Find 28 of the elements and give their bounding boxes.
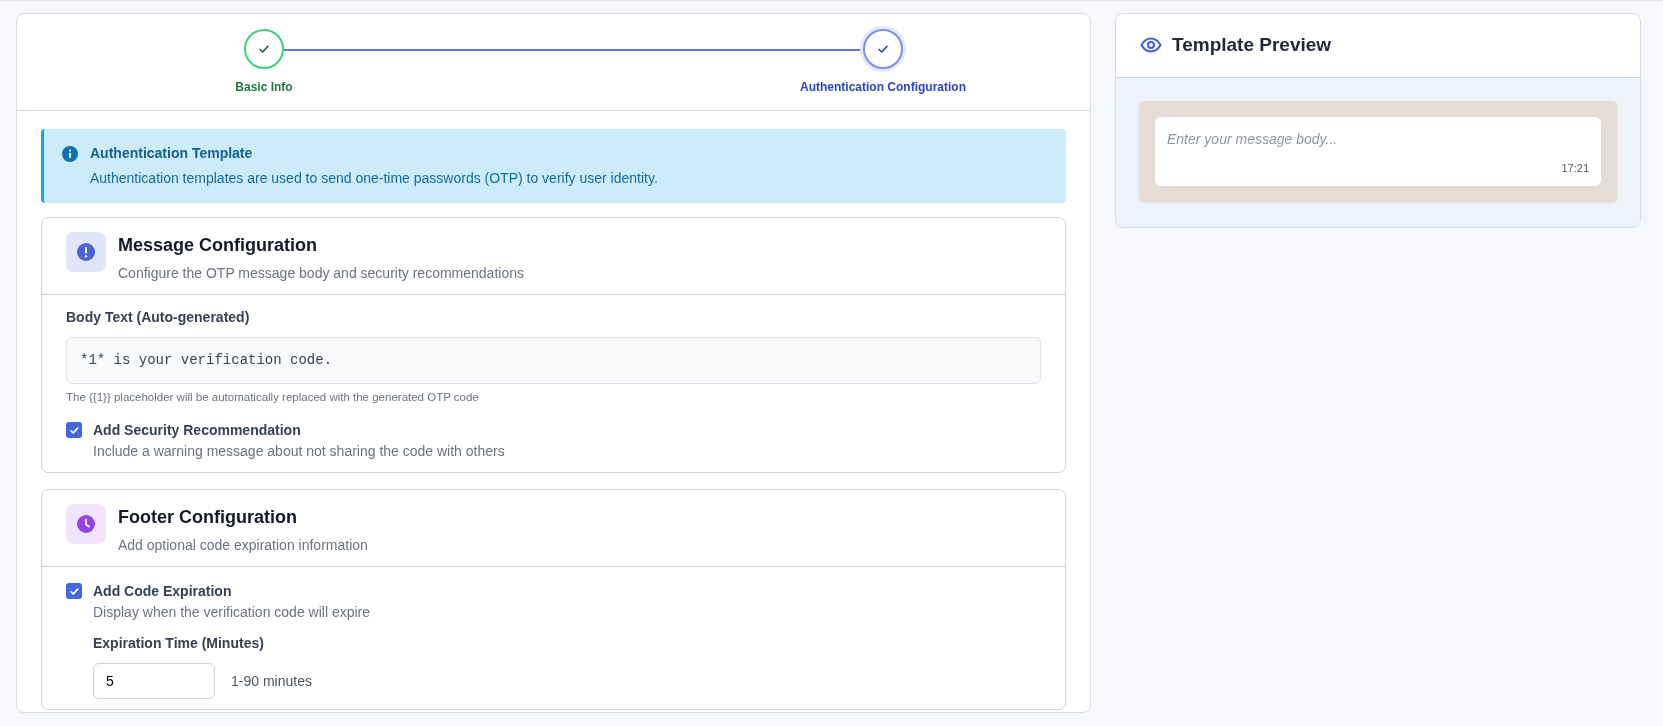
exclamation-icon [66, 231, 106, 272]
field-label: Body Text (Auto-generated) [66, 307, 251, 327]
alert-text: Authentication templates are used to send one-time passwords (OTP) to verify user identity. [90, 168, 658, 188]
message-text: Enter your message body... [1167, 129, 1339, 149]
hint-text: 1-90 minutes [231, 671, 312, 691]
info-icon [62, 146, 78, 162]
field-label: Expiration Time (Minutes) [93, 634, 265, 654]
alert-title: Authentication Template [90, 145, 254, 162]
section-title: Footer Configuration [118, 506, 298, 530]
section-title: Message Configuration [118, 233, 319, 257]
checkmark-icon [68, 424, 80, 436]
checkbox[interactable] [66, 422, 82, 439]
preview-title: Template Preview [1172, 34, 1332, 57]
section-subtitle: Add optional code expiration information [118, 536, 368, 556]
section-subtitle: Configure the OTP message body and security recommendations [118, 263, 524, 283]
help-text: The {{1}} placeholder will be automatically replaced with the generated OTP code [66, 389, 480, 405]
message-time: 17:21 [1560, 160, 1589, 176]
option-label: Add Code Expiration [93, 582, 233, 602]
option-description: Include a warning message about not sharing the code with others [93, 442, 505, 462]
eye-icon [1140, 37, 1162, 54]
option-description: Display when the verification code will expire [93, 603, 371, 623]
option-label: Add Security Recommendation [93, 421, 302, 441]
step-label: Authentication Configuration [800, 79, 966, 96]
step-label: Basic Info [235, 79, 293, 96]
checkbox[interactable] [66, 583, 82, 600]
clock-icon [66, 504, 106, 545]
checkmark-icon [68, 585, 80, 597]
expiration-input[interactable]: 5 [93, 663, 215, 700]
